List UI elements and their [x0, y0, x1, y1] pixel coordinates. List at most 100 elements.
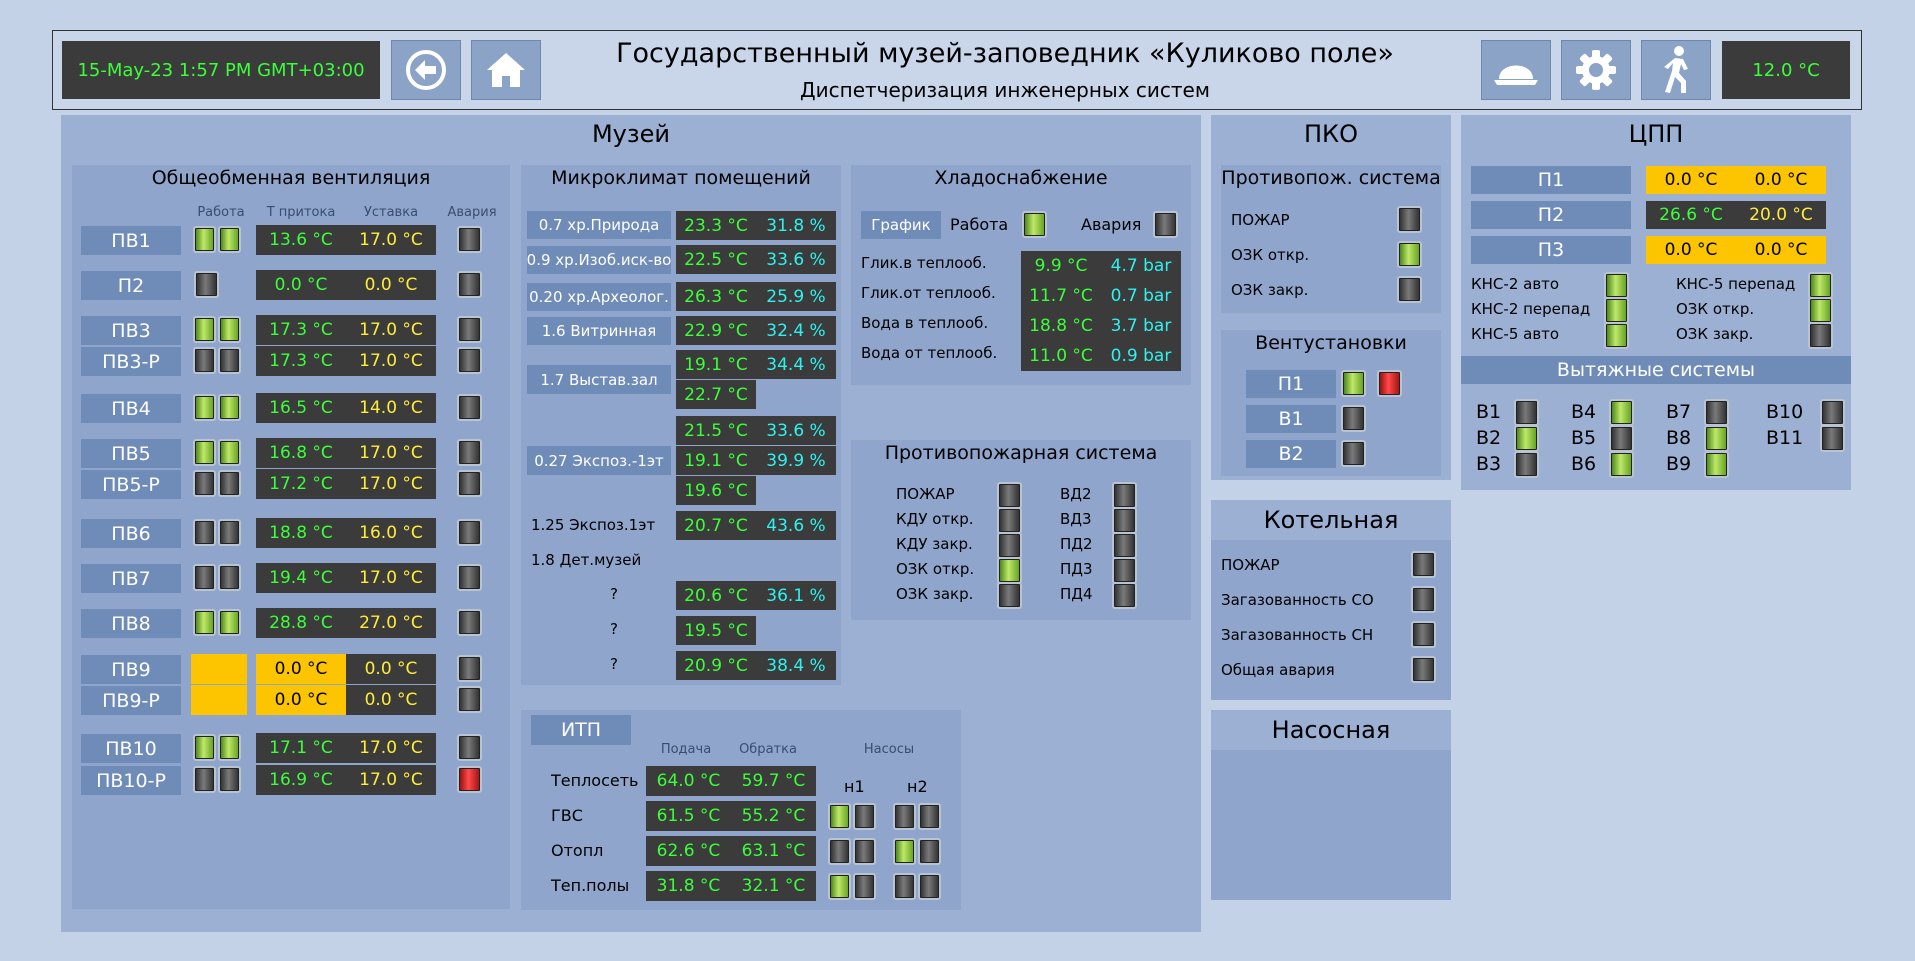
room-label[interactable]: 1.7 Выстав.зал: [527, 365, 671, 394]
vent-values-b: 17.0 °C: [359, 320, 423, 340]
vent-unit-label[interactable]: ПВ1: [81, 226, 181, 255]
cpp-unit-label[interactable]: П2: [1471, 201, 1631, 229]
back-arrow-icon: [406, 50, 446, 90]
vent-values: 28.8 °C 27.0 °C: [256, 608, 436, 638]
museum-title: Музей: [591, 120, 671, 148]
vent-work-indicator: [218, 347, 241, 374]
pko-fire-label: ОЗК закр.: [1231, 281, 1309, 299]
vent-work-fault: [191, 654, 247, 684]
vent-unit-label[interactable]: ПВ5: [81, 439, 181, 468]
boiler-indicator: [1411, 551, 1436, 578]
microclimate-values-b: 39.9 %: [766, 450, 826, 471]
boiler-label: Загазованность СН: [1221, 626, 1374, 644]
boiler-indicator: [1411, 621, 1436, 648]
exit-button[interactable]: [1641, 40, 1711, 100]
pko-fire-indicator: [1397, 276, 1422, 303]
vent-unit-label[interactable]: ПВ8: [81, 609, 181, 638]
vent-values-fault: 0.0 °C 0.0 °C: [256, 685, 436, 715]
cooling-alarm-label: Авария: [1081, 215, 1142, 234]
pko-vent-indicator: [1341, 440, 1366, 467]
vent-unit-label[interactable]: ПВ10-Р: [81, 766, 181, 795]
room-label[interactable]: 0.20 хр.Археолог.: [527, 283, 671, 311]
exhaust-indicator: [1609, 399, 1634, 426]
cpp-status-label: ОЗК откр.: [1676, 300, 1755, 318]
col-supply-header: Т притока: [266, 205, 336, 220]
microclimate-values: 20.7 °C 43.6 %: [676, 511, 836, 540]
fire-label: ОЗК закр.: [896, 585, 974, 603]
room-label[interactable]: 0.27 Экспоз.-1эт: [527, 446, 671, 475]
pump-indicator: [828, 838, 851, 865]
cooling-values: 9.9 °C 4.7 bar: [1021, 251, 1181, 281]
pko-fire-label: ОЗК откр.: [1231, 246, 1310, 264]
settings-button[interactable]: [1561, 40, 1631, 100]
exhaust-label: В5: [1571, 427, 1597, 449]
boiler-title: Котельная: [1263, 506, 1399, 534]
vent-values: 17.1 °C 17.0 °C: [256, 733, 436, 763]
vent-unit-label[interactable]: ПВ9: [81, 655, 181, 684]
vent-unit-label[interactable]: ПВ4: [81, 394, 181, 423]
vent-work-indicator: [193, 519, 216, 546]
col-alarm-header: Авария: [447, 205, 497, 220]
col-setpoint-header: Уставка: [363, 205, 419, 220]
pko-vent-unit[interactable]: В2: [1246, 440, 1336, 468]
vent-alarm-indicator: [457, 766, 482, 793]
pko-vent-indicator: [1341, 405, 1366, 432]
vent-unit-label[interactable]: ПВ3: [81, 316, 181, 345]
back-button[interactable]: [391, 40, 461, 100]
vent-values: 19.4 °C 17.0 °C: [256, 563, 436, 593]
fire-indicator: [1112, 482, 1137, 509]
vent-work-indicator: [218, 316, 241, 343]
ventilation-title: Общеобменная вентиляция: [151, 167, 431, 189]
cpp-values-b: 20.0 °C: [1749, 205, 1813, 225]
itp-values-a: 64.0 °C: [656, 771, 721, 791]
cooling-alarm-indicator: [1153, 211, 1178, 238]
exhaust-indicator: [1514, 425, 1539, 452]
boiler-label: Загазованность СО: [1221, 591, 1374, 609]
home-button[interactable]: [471, 40, 541, 100]
vent-work-indicator: [193, 564, 216, 591]
cpp-unit-label[interactable]: П3: [1471, 236, 1631, 264]
datetime-display: 15-May-23 1:57 PM GMT+03:00: [62, 41, 380, 99]
pko-vent-unit[interactable]: В1: [1246, 405, 1336, 433]
vent-work-indicator: [193, 439, 216, 466]
cpp-status-indicator: [1808, 272, 1833, 299]
chart-button[interactable]: График: [861, 211, 941, 239]
fire-indicator: [1112, 557, 1137, 584]
fire-label: ВД3: [1060, 510, 1092, 528]
cpp-value: 0.0 °C: [1754, 240, 1808, 260]
pko-vent-unit[interactable]: П1: [1246, 370, 1336, 398]
walking-person-icon: [1664, 46, 1688, 93]
pko-fire-title: Противопож. система: [1221, 167, 1441, 189]
vent-unit-label[interactable]: ПВ10: [81, 734, 181, 763]
cpp-value: 0.0 °C: [1664, 170, 1718, 190]
cpp-unit-label[interactable]: П1: [1471, 166, 1631, 194]
exhaust-indicator: [1514, 399, 1539, 426]
vent-unit-label[interactable]: ПВ3-Р: [81, 347, 181, 376]
vent-work-indicator: [218, 439, 241, 466]
vent-unit-label[interactable]: П2: [81, 271, 181, 300]
vent-work-indicator: [193, 316, 216, 343]
vent-unit-label[interactable]: ПВ6: [81, 519, 181, 548]
vent-unit-label[interactable]: ПВ9-Р: [81, 686, 181, 715]
vent-unit-label[interactable]: ПВ5-Р: [81, 470, 181, 499]
vent-work-indicator: [218, 609, 241, 636]
pump-indicator: [853, 873, 876, 900]
vent-setpoint: 0.0 °C: [346, 654, 436, 684]
cooling-values-a: 18.8 °C: [1029, 316, 1093, 336]
vent-work-indicator: [193, 394, 216, 421]
itp-row-label: Теп.полы: [551, 876, 630, 895]
vent-alarm-indicator: [457, 609, 482, 636]
fire-indicator: [997, 482, 1022, 509]
vent-values: 0.0 °C 0.0 °C: [256, 270, 436, 300]
room-label[interactable]: 0.9 хр.Изоб.иск-во: [527, 246, 671, 274]
helmet-button[interactable]: [1481, 40, 1551, 100]
vent-unit-label[interactable]: ПВ7: [81, 564, 181, 593]
microclimate-values: 20.6 °C 36.1 %: [676, 581, 836, 610]
cooling-values-b: 0.9 bar: [1110, 346, 1172, 366]
room-label[interactable]: 1.6 Витринная: [527, 317, 671, 345]
room-label[interactable]: 0.7 хр.Природа: [527, 211, 671, 239]
microclimate-values: 19.5 °C: [676, 616, 756, 645]
microclimate-values-a: 20.9 °C: [684, 655, 748, 676]
fire-label: ОЗК откр.: [896, 560, 975, 578]
microclimate-title: Микроклимат помещений: [551, 167, 811, 189]
